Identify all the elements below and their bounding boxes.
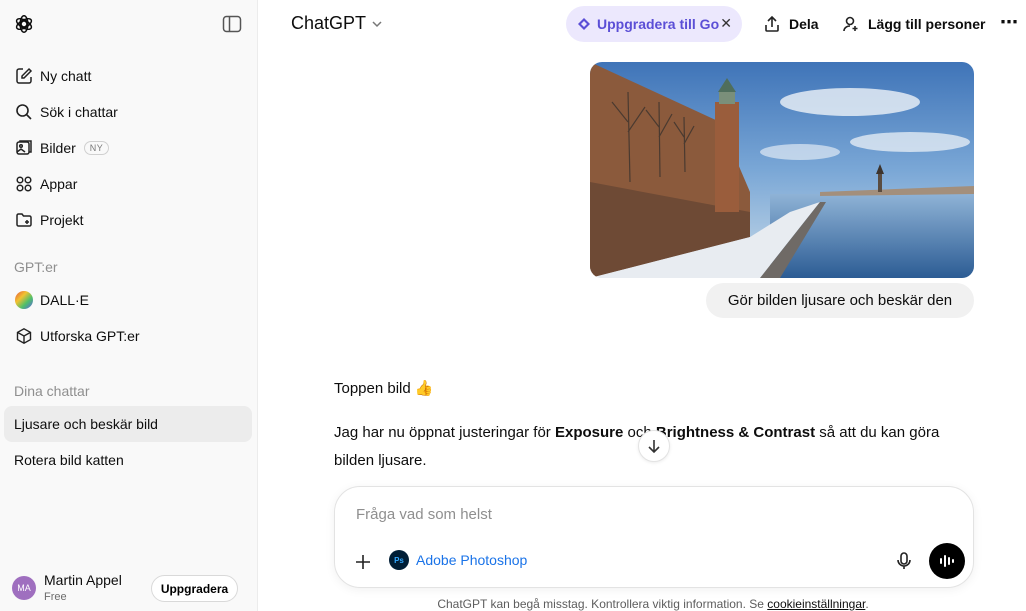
- header: ChatGPT Uppgradera till Go ✕ Dela Lägg t…: [259, 0, 1026, 48]
- sidebar-top: [0, 0, 258, 48]
- photoshop-tool-chip[interactable]: Ps Adobe Photoshop: [389, 550, 527, 570]
- share-label: Dela: [789, 16, 819, 32]
- upgrade-go-pill[interactable]: Uppgradera till Go ✕: [566, 6, 742, 42]
- composer[interactable]: Fråga vad som helst Ps Adobe Photoshop: [334, 486, 974, 588]
- folder-plus-icon: [14, 210, 34, 230]
- sidebar-item-label: Appar: [40, 176, 78, 192]
- apps-icon: [14, 174, 34, 194]
- voice-waveform-icon: [940, 555, 954, 567]
- disclaimer: ChatGPT kan begå misstag. Kontrollera vi…: [259, 597, 1026, 611]
- disclaimer-text: ChatGPT kan begå misstag. Kontrollera vi…: [437, 597, 768, 611]
- chats-heading: Dina chattar: [14, 383, 90, 399]
- upgrade-button[interactable]: Uppgradera: [151, 575, 238, 602]
- chevron-down-icon: [372, 20, 382, 27]
- gpts-heading: GPT:er: [14, 259, 58, 275]
- upgrade-go-label: Uppgradera till Go: [597, 16, 720, 32]
- chat-item[interactable]: Rotera bild katten: [4, 442, 252, 478]
- assistant-intro: Toppen bild 👍: [334, 380, 434, 397]
- voice-mode-button[interactable]: [929, 543, 965, 579]
- more-options-icon[interactable]: ⋯: [1000, 12, 1019, 33]
- cube-icon: [14, 326, 34, 346]
- microphone-icon[interactable]: [893, 550, 915, 572]
- search-icon: [14, 102, 34, 122]
- images-icon: [14, 138, 34, 158]
- photoshop-icon: Ps: [389, 550, 409, 570]
- diamond-icon: [578, 18, 590, 30]
- sidebar-item-label: Ny chatt: [40, 68, 92, 84]
- tool-label: Adobe Photoshop: [416, 552, 528, 568]
- sidebar-item-search[interactable]: Sök i chattar: [4, 95, 252, 129]
- model-selector[interactable]: ChatGPT: [291, 13, 384, 34]
- dalle-icon: [14, 290, 34, 310]
- openai-logo-icon[interactable]: [13, 13, 35, 35]
- stockholm-city-hall-photo: [590, 62, 974, 278]
- plus-icon[interactable]: [352, 551, 374, 573]
- cookie-settings-link[interactable]: cookieinställningar: [767, 597, 865, 611]
- share-button[interactable]: Dela: [763, 8, 819, 40]
- avatar: MA: [12, 576, 36, 600]
- scroll-down-button[interactable]: [638, 430, 670, 462]
- sidebar-item-label: Sök i chattar: [40, 104, 118, 120]
- model-name: ChatGPT: [291, 13, 367, 33]
- new-badge: NY: [83, 141, 110, 155]
- user-plan: Free: [44, 591, 67, 603]
- add-people-button[interactable]: Lägg till personer: [842, 8, 985, 40]
- sidebar-item-dalle[interactable]: DALL·E: [4, 283, 252, 317]
- sidebar-item-label: DALL·E: [40, 292, 90, 308]
- share-icon: [765, 15, 779, 32]
- user-name: Martin Appel: [44, 572, 122, 588]
- disclaimer-end: .: [865, 597, 869, 611]
- assistant-text: så att du kan göra: [815, 424, 940, 441]
- sidebar-item-label: Utforska GPT:er: [40, 328, 140, 344]
- sidebar-item-label: Projekt: [40, 212, 84, 228]
- sidebar-item-images[interactable]: Bilder NY: [4, 131, 252, 165]
- sidebar-item-label: Bilder: [40, 140, 76, 156]
- new-chat-icon: [14, 66, 34, 86]
- chat-item-active[interactable]: Ljusare och beskär bild: [4, 406, 252, 442]
- add-people-label: Lägg till personer: [868, 16, 986, 32]
- assistant-bold: Exposure: [554, 424, 624, 441]
- sidebar: Ny chatt Sök i chattar Bilder NY Appar P…: [0, 0, 258, 611]
- sidebar-item-apps[interactable]: Appar: [4, 167, 252, 201]
- chat-item-label: Rotera bild katten: [14, 452, 124, 468]
- sidebar-item-explore-gpts[interactable]: Utforska GPT:er: [4, 319, 252, 353]
- assistant-bold: Brightness & Contrast: [655, 424, 816, 441]
- arrow-down-icon: [648, 440, 660, 454]
- close-icon[interactable]: ✕: [720, 15, 732, 32]
- sidebar-toggle-icon[interactable]: [222, 15, 242, 33]
- sidebar-item-new-chat[interactable]: Ny chatt: [4, 59, 252, 93]
- user-message-bubble: Gör bilden ljusare och beskär den: [706, 283, 974, 318]
- prompt-input[interactable]: Fråga vad som helst: [356, 506, 492, 523]
- chat-item-label: Ljusare och beskär bild: [14, 416, 158, 432]
- uploaded-photo[interactable]: [590, 62, 974, 278]
- assistant-text: Jag har nu öppnat justeringar för: [334, 424, 555, 441]
- user-profile[interactable]: MA Martin Appel Free Uppgradera: [0, 565, 258, 611]
- assistant-text: bilden ljusare.: [334, 452, 427, 469]
- sidebar-item-projects[interactable]: Projekt: [4, 203, 252, 237]
- add-person-icon: [843, 16, 858, 32]
